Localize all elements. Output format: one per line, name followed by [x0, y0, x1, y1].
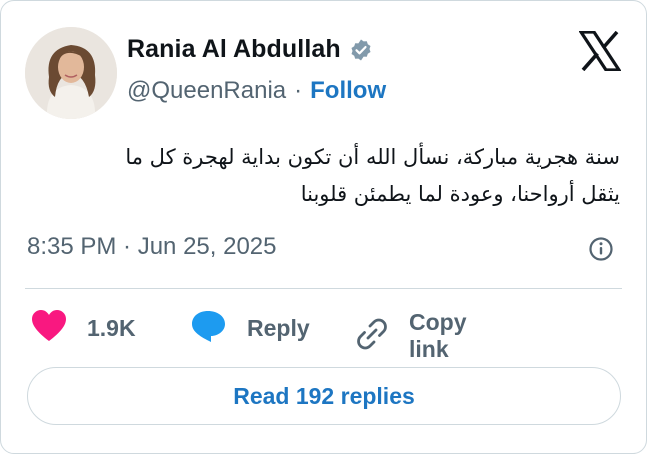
separator-dot: ·: [294, 77, 303, 104]
like-count: 1.9K: [87, 315, 136, 341]
verified-badge-icon: [349, 38, 373, 62]
reply-button[interactable]: Reply: [191, 309, 310, 348]
handle-row: @QueenRania · Follow: [127, 77, 386, 105]
like-button[interactable]: 1.9K: [31, 309, 136, 348]
avatar[interactable]: [25, 27, 117, 119]
reply-label: Reply: [247, 315, 310, 341]
author-handle[interactable]: @QueenRania: [127, 77, 286, 105]
read-replies-button[interactable]: Read 192 replies: [27, 367, 621, 425]
tweet-timestamp[interactable]: 8:35 PM · Jun 25, 2025: [27, 233, 277, 261]
link-icon: [355, 317, 389, 356]
copy-link-label: Copy link: [409, 309, 467, 362]
copy-link-button[interactable]: Copy link: [355, 309, 467, 363]
tweet-text: سنة هجرية مباركة، نسأل الله أن تكون بداي…: [20, 139, 620, 213]
info-icon[interactable]: [588, 236, 614, 262]
tweet-text-line-2: يثقل أرواحنا، وعودة لما يطمئن قلوبنا: [300, 182, 620, 206]
author-name-row: Rania Al Abdullah: [127, 35, 373, 64]
heart-icon: [31, 309, 67, 348]
tweet-card: Rania Al Abdullah @QueenRania · Follow س…: [0, 0, 647, 454]
comment-icon: [191, 309, 227, 348]
follow-button[interactable]: Follow: [310, 77, 386, 105]
x-logo-icon[interactable]: [578, 30, 622, 72]
divider: [25, 288, 622, 289]
tweet-text-line-1: سنة هجرية مباركة، نسأل الله أن تكون بداي…: [125, 145, 620, 169]
author-name[interactable]: Rania Al Abdullah: [127, 35, 341, 64]
